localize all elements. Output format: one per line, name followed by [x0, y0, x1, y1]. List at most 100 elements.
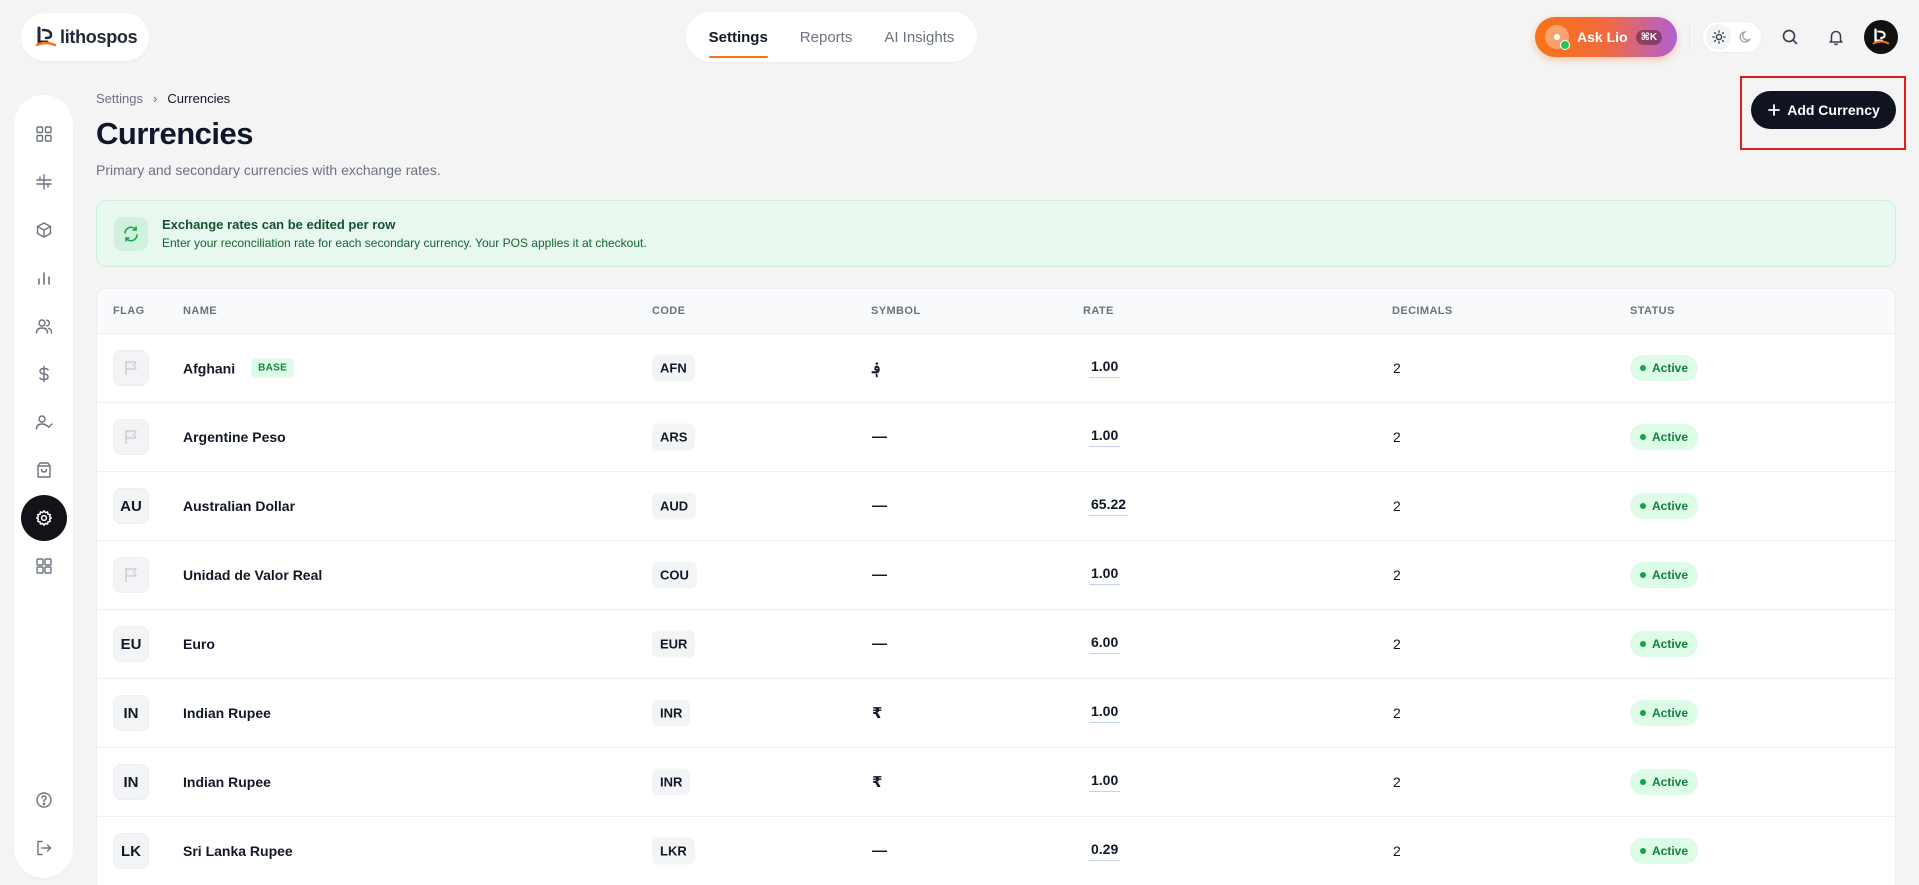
currency-symbol: —	[872, 497, 887, 515]
sidebar-item-customers[interactable]	[21, 303, 67, 349]
bell-icon[interactable]	[1818, 19, 1854, 55]
flag-placeholder-icon	[113, 419, 149, 455]
rate-input[interactable]: 1.00	[1089, 427, 1121, 447]
status-dot	[1640, 365, 1646, 371]
status-badge[interactable]: Active	[1630, 631, 1699, 657]
sidebar-item-dashboard[interactable]	[21, 111, 67, 157]
decimals-value: 2	[1393, 636, 1401, 652]
rate-input[interactable]: 1.00	[1089, 358, 1121, 378]
avatar[interactable]	[1864, 20, 1898, 54]
sidebar-item-apps[interactable]	[21, 543, 67, 589]
currency-name-cell: Argentine Peso	[183, 429, 286, 445]
table-row[interactable]: IN Indian Rupee INR ₹1.00 2 Active	[97, 748, 1895, 817]
status-badge[interactable]: Active	[1630, 769, 1699, 795]
table-row[interactable]: EU Euro EUR — 6.00 2 Active	[97, 610, 1895, 679]
table-header: FLAG NAME CODE SYMBOL RATE DECIMALS STAT…	[97, 289, 1895, 334]
bar-chart-icon	[38, 272, 50, 285]
currency-name-cell: Euro	[183, 636, 215, 652]
tab-ai-insights[interactable]: AI Insights	[884, 12, 954, 62]
currency-name: Australian Dollar	[183, 498, 296, 514]
sidebar-item-orders[interactable]	[21, 447, 67, 493]
search-icon[interactable]	[1772, 19, 1808, 55]
sidebar-item-reports[interactable]	[21, 255, 67, 301]
sidebar	[14, 95, 73, 878]
rate-input[interactable]: 1.00	[1089, 772, 1121, 792]
sidebar-item-settings[interactable]	[21, 495, 67, 541]
brand-logo[interactable]: lithospos	[21, 13, 149, 61]
status-dot	[1640, 503, 1646, 509]
sidebar-item-logout[interactable]	[21, 825, 67, 871]
help-icon	[36, 792, 52, 808]
header-actions: Ask Lio ⌘K	[1535, 12, 1898, 62]
decimals-value: 2	[1393, 705, 1401, 721]
status-badge[interactable]: Active	[1630, 355, 1699, 381]
base-badge: BASE	[251, 358, 295, 378]
status-dot	[1640, 641, 1646, 647]
header-decimals: DECIMALS	[1392, 305, 1453, 317]
currency-symbol: —	[872, 635, 887, 653]
status-dot	[1640, 848, 1646, 854]
grid-icon	[36, 126, 52, 142]
currency-name: Indian Rupee	[183, 774, 271, 790]
table-row[interactable]: Unidad de Valor Real COU — 1.00 2 Active	[97, 541, 1895, 610]
tab-reports[interactable]: Reports	[800, 12, 853, 62]
moon-icon[interactable]	[1733, 24, 1758, 50]
table-row[interactable]: IN Indian Rupee INR ₹1.00 2 Active	[97, 679, 1895, 748]
header-symbol: SYMBOL	[871, 305, 921, 317]
currency-symbol: —	[872, 842, 887, 860]
currency-code: AUD	[652, 492, 697, 520]
breadcrumb: Settings › Currencies	[96, 91, 230, 106]
rate-input[interactable]: 0.29	[1089, 841, 1121, 861]
flag-code: IN	[113, 764, 149, 800]
sidebar-item-staff[interactable]	[21, 399, 67, 445]
add-currency-button[interactable]: Add Currency	[1751, 91, 1896, 129]
rate-input[interactable]: 1.00	[1089, 565, 1121, 585]
decimals-value: 2	[1393, 360, 1401, 376]
header-code: CODE	[652, 305, 686, 317]
ask-lio-shortcut: ⌘K	[1635, 29, 1663, 45]
currency-code: INR	[652, 699, 691, 727]
page-title: Currencies	[96, 116, 253, 151]
status-badge[interactable]: Active	[1630, 838, 1699, 864]
rate-input[interactable]: 1.00	[1089, 703, 1121, 723]
currency-name: Euro	[183, 636, 215, 652]
refresh-icon	[114, 216, 148, 251]
currency-code: AFN	[652, 354, 695, 382]
header-flag: FLAG	[113, 305, 145, 317]
sidebar-item-help[interactable]	[21, 777, 67, 823]
sun-icon[interactable]	[1706, 24, 1731, 50]
table-row[interactable]: Afghani BASE AFN ؋ 1.00 2 Active	[97, 334, 1895, 403]
status-badge[interactable]: Active	[1630, 493, 1699, 519]
table-row[interactable]: Argentine Peso ARS — 1.00 2 Active	[97, 403, 1895, 472]
sidebar-item-finance[interactable]	[21, 351, 67, 397]
flag-code: EU	[113, 626, 149, 662]
sidebar-item-pos[interactable]	[21, 159, 67, 205]
rate-input[interactable]: 6.00	[1089, 634, 1121, 654]
decimals-value: 2	[1393, 429, 1401, 445]
currencies-table: FLAG NAME CODE SYMBOL RATE DECIMALS STAT…	[96, 288, 1896, 885]
theme-toggle[interactable]	[1702, 21, 1762, 53]
status-label: Active	[1652, 844, 1689, 858]
table-row[interactable]: AU Australian Dollar AUD — 65.22 2 Active	[97, 472, 1895, 541]
status-badge[interactable]: Active	[1630, 424, 1699, 450]
status-label: Active	[1652, 775, 1689, 789]
flag-code: IN	[113, 695, 149, 731]
rate-input[interactable]: 65.22	[1089, 496, 1129, 516]
status-label: Active	[1652, 499, 1689, 513]
tab-settings[interactable]: Settings	[708, 12, 768, 62]
decimals-value: 2	[1393, 774, 1401, 790]
notice-description: Enter your reconciliation rate for each …	[162, 236, 647, 250]
logout-icon	[37, 840, 52, 856]
brand-name: lithospos	[60, 26, 138, 47]
top-nav: Settings Reports AI Insights	[686, 12, 977, 62]
ask-lio-button[interactable]: Ask Lio ⌘K	[1535, 17, 1677, 57]
status-badge[interactable]: Active	[1630, 562, 1699, 588]
sidebar-item-products[interactable]	[21, 207, 67, 253]
table-row[interactable]: LK Sri Lanka Rupee LKR — 0.29 2 Active	[97, 817, 1895, 885]
plus-icon	[1768, 104, 1781, 116]
currency-code: COU	[652, 561, 697, 589]
lio-orb-icon	[1545, 25, 1570, 50]
breadcrumb-settings[interactable]: Settings	[96, 91, 143, 106]
status-badge[interactable]: Active	[1630, 700, 1699, 726]
dollar-icon	[39, 365, 49, 383]
